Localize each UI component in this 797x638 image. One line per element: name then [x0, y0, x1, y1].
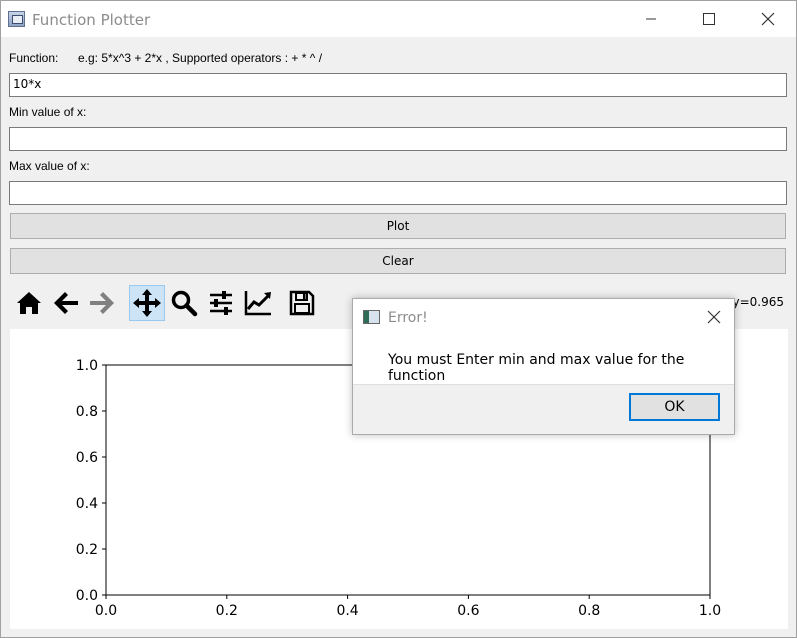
min-x-input[interactable] [9, 127, 787, 151]
maximize-icon [703, 13, 715, 25]
dialog-footer: OK [353, 384, 734, 434]
dialog-app-icon [363, 310, 380, 324]
function-input[interactable]: 10*x [9, 73, 787, 97]
save-icon [289, 290, 315, 316]
y-tick-label: 0.0 [76, 588, 98, 604]
forward-button[interactable] [84, 285, 120, 321]
max-x-input[interactable] [9, 181, 787, 205]
zoom-icon [171, 290, 198, 317]
x-tick-label: 0.6 [457, 603, 479, 619]
x-tick-label: 0.4 [336, 603, 358, 619]
main-window: Function Plotter Function: e.g: 5*x^3 + … [0, 0, 797, 638]
maximize-button[interactable] [686, 1, 732, 37]
x-tick-label: 1.0 [699, 603, 721, 619]
dialog-title: Error! [388, 310, 428, 326]
x-tick-label: 0.0 [95, 603, 117, 619]
function-hint: e.g: 5*x^3 + 2*x , Supported operators :… [78, 51, 323, 65]
max-x-label: Max value of x: [9, 159, 90, 173]
y-tick-label: 0.8 [76, 404, 98, 420]
x-tick-label: 0.2 [216, 603, 238, 619]
save-button[interactable] [284, 285, 320, 321]
home-icon [17, 292, 41, 314]
pan-icon [133, 289, 161, 317]
app-icon [8, 11, 25, 27]
close-icon [761, 12, 775, 26]
dialog-message: You must Enter min and max value for the… [388, 352, 685, 384]
close-icon [707, 310, 721, 324]
back-button[interactable] [48, 285, 84, 321]
edit-axis-icon [244, 291, 271, 316]
error-dialog: Error! You must Enter min and max value … [352, 298, 735, 435]
y-tick-label: 0.4 [76, 496, 98, 512]
back-arrow-icon [54, 292, 78, 314]
coordinate-readout: y=0.965 [732, 295, 784, 309]
title-bar: Function Plotter [1, 1, 796, 37]
ok-button[interactable]: OK [629, 393, 720, 421]
clear-button[interactable]: Clear [10, 248, 786, 274]
dialog-close-button[interactable] [707, 310, 721, 324]
configure-subplots-icon [210, 291, 232, 315]
forward-arrow-icon [90, 292, 114, 314]
y-tick-label: 0.6 [76, 450, 98, 466]
plot-button[interactable]: Plot [10, 213, 786, 239]
x-tick-label: 0.8 [578, 603, 600, 619]
pan-button[interactable] [129, 285, 165, 321]
edit-axis-button[interactable] [240, 285, 276, 321]
minimize-button[interactable] [628, 1, 674, 37]
home-button[interactable] [11, 285, 47, 321]
window-title: Function Plotter [32, 11, 151, 29]
y-tick-label: 0.2 [76, 542, 98, 558]
function-label: Function: [9, 51, 59, 65]
minimize-icon [646, 18, 656, 20]
zoom-button[interactable] [166, 285, 202, 321]
close-button[interactable] [745, 1, 791, 37]
y-tick-label: 1.0 [76, 358, 98, 374]
min-x-label: Min value of x: [9, 105, 87, 119]
configure-subplots-button[interactable] [203, 285, 239, 321]
